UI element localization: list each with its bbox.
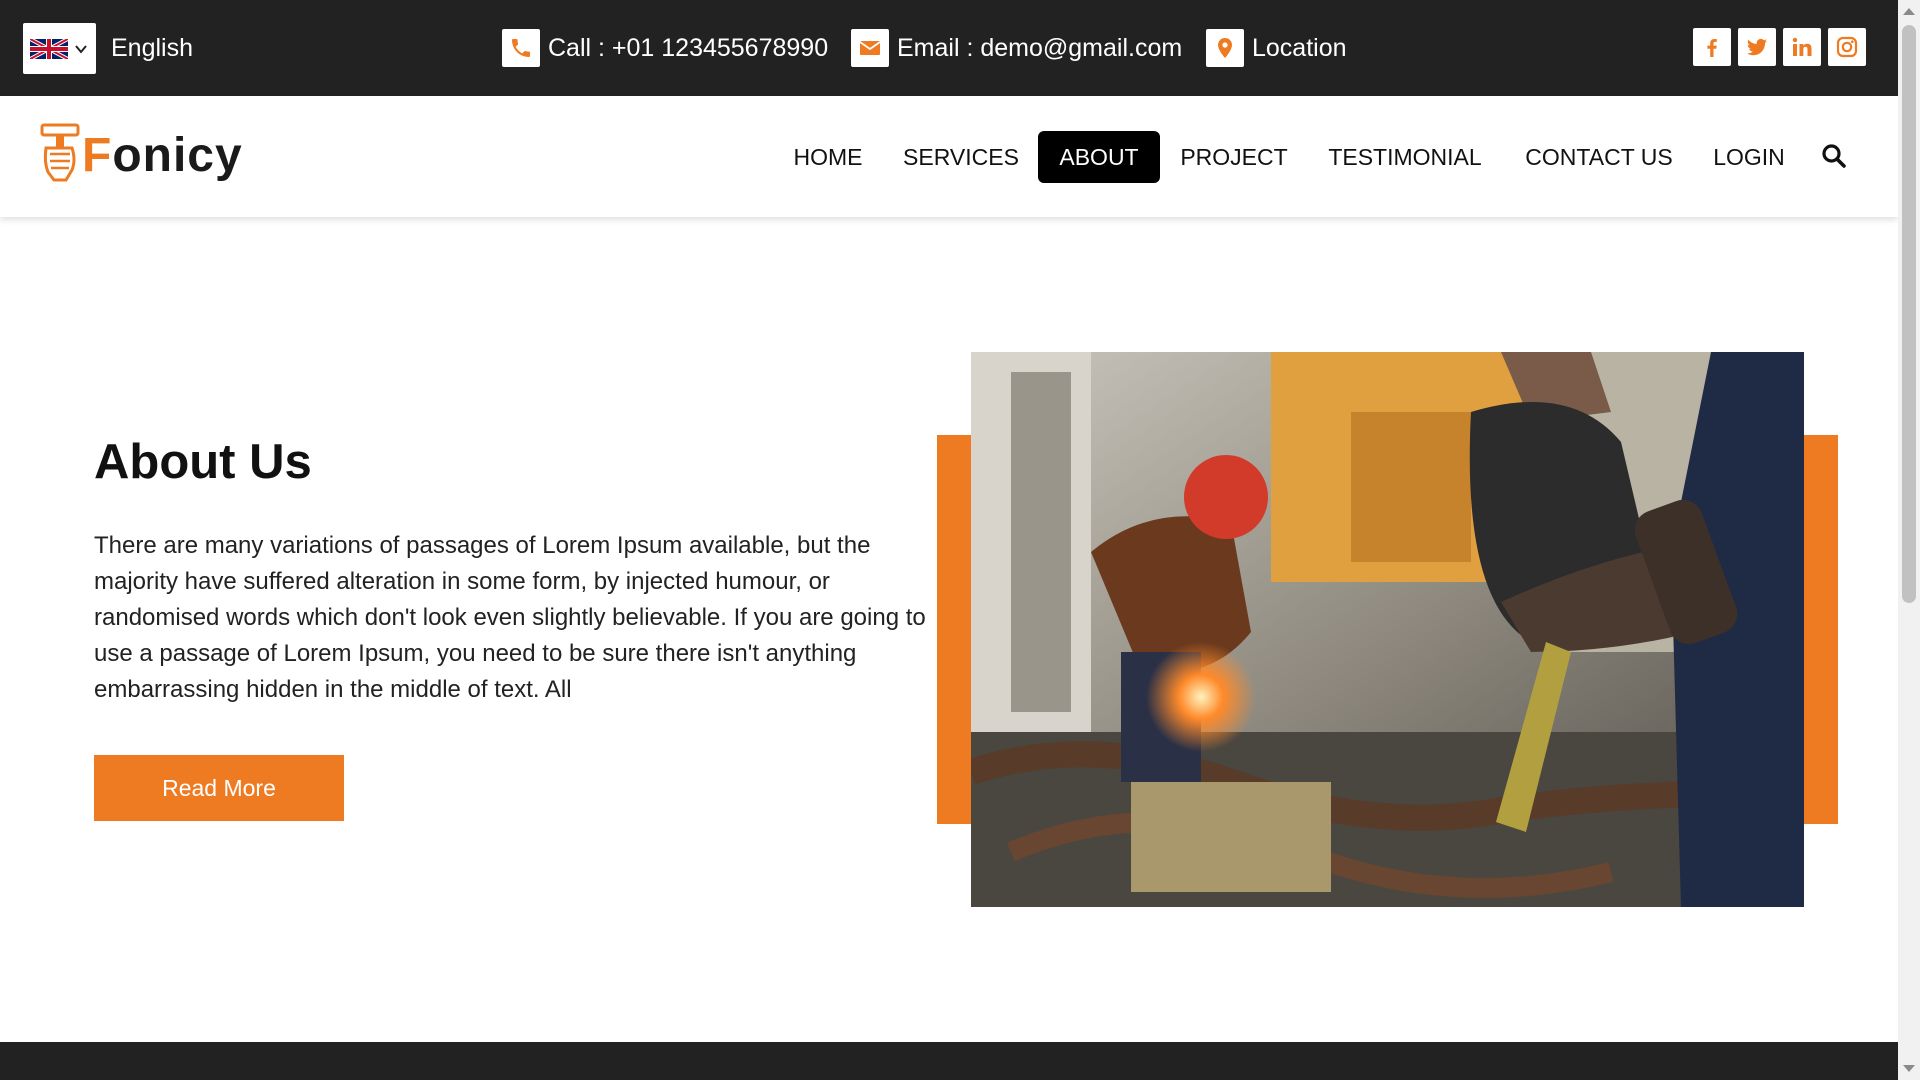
- nav-home[interactable]: HOME: [784, 131, 872, 183]
- email-contact[interactable]: Email : demo@gmail.com: [851, 29, 1182, 67]
- phone-icon: [502, 29, 540, 67]
- about-body: There are many variations of passages of…: [94, 532, 926, 703]
- language-label: English: [111, 34, 193, 62]
- chevron-down-icon: [75, 44, 87, 54]
- nav-contact-us[interactable]: CONTACT US: [1514, 131, 1684, 183]
- instagram-icon[interactable]: [1828, 28, 1866, 66]
- about-title: About Us: [94, 435, 312, 489]
- read-more-button[interactable]: Read More: [94, 755, 344, 821]
- page-scrollbar[interactable]: [1898, 0, 1920, 1080]
- language-selector[interactable]: [23, 23, 96, 74]
- scrollbar-thumb[interactable]: [1902, 25, 1916, 603]
- nav-about[interactable]: ABOUT: [1038, 131, 1160, 183]
- nav-menu: HOME SERVICES ABOUT PROJECT TESTIMONIAL …: [0, 131, 1898, 183]
- email-text: Email : demo@gmail.com: [897, 33, 1183, 62]
- map-pin-icon: [1206, 29, 1244, 67]
- twitter-icon[interactable]: [1738, 28, 1776, 66]
- top-bar: English Call : +01 123455678990 Email : …: [0, 0, 1898, 96]
- nav-project[interactable]: PROJECT: [1172, 131, 1296, 183]
- worker-hammer-photo: [971, 352, 1804, 907]
- facebook-icon[interactable]: [1693, 28, 1731, 66]
- search-icon[interactable]: [1820, 142, 1848, 170]
- location-contact[interactable]: Location: [1206, 29, 1347, 67]
- uk-flag-icon: [30, 38, 68, 59]
- footer-strip: [0, 1042, 1898, 1080]
- location-text: Location: [1252, 33, 1347, 62]
- nav-login[interactable]: LOGIN: [1706, 131, 1792, 183]
- main-navbar: Fonicy HOME SERVICES ABOUT PROJECT TESTI…: [0, 96, 1898, 217]
- call-text: Call : +01 123455678990: [548, 33, 829, 62]
- scroll-down-arrow-icon[interactable]: [1903, 1065, 1915, 1072]
- nav-testimonial[interactable]: TESTIMONIAL: [1320, 131, 1490, 183]
- call-contact[interactable]: Call : +01 123455678990: [502, 29, 828, 67]
- social-links: [1693, 28, 1866, 66]
- linkedin-icon[interactable]: [1783, 28, 1821, 66]
- scroll-up-arrow-icon[interactable]: [1903, 8, 1915, 15]
- envelope-icon: [851, 29, 889, 67]
- nav-services[interactable]: SERVICES: [894, 131, 1028, 183]
